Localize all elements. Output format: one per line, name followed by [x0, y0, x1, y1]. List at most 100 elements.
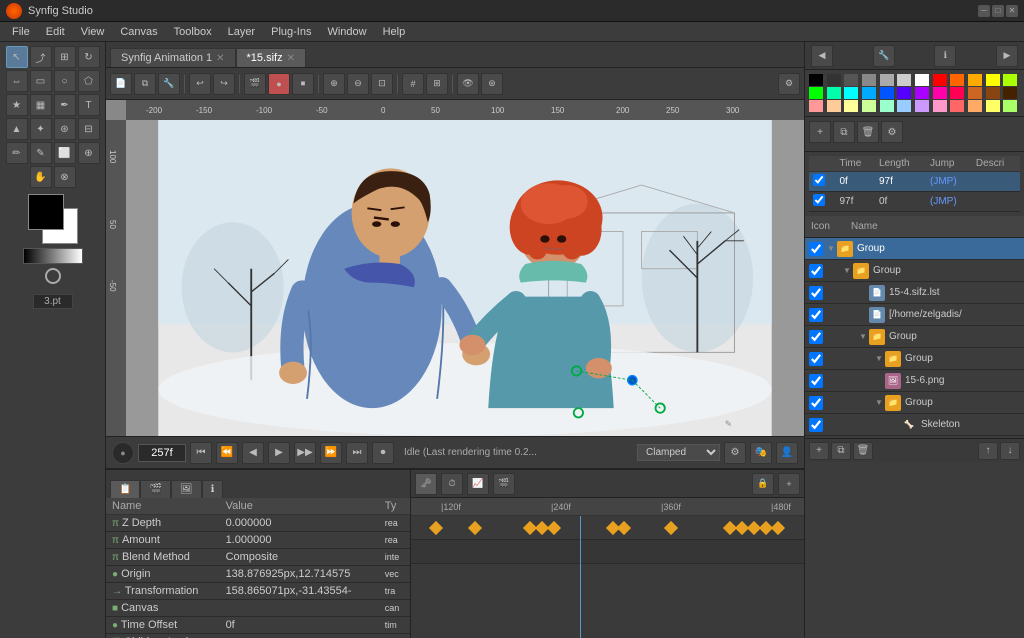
layer-arrow-file-1[interactable]: [857, 287, 869, 299]
timeline-lock-btn[interactable]: 🔒: [752, 473, 774, 495]
play-btn[interactable]: ▶: [268, 442, 290, 464]
prop-value-cell[interactable]: 138.876925px,12.714575: [220, 566, 379, 583]
keyframe-row-1[interactable]: 97f 0f (JMP): [809, 192, 1020, 212]
duplicate-waypoint-btn[interactable]: ⧉: [833, 121, 855, 143]
keyframe-1-5[interactable]: [546, 520, 560, 534]
layer-arrow-skel-1[interactable]: [889, 419, 901, 431]
property-row[interactable]: ☐ Children Lock boo: [106, 634, 410, 638]
prev-frame-btn[interactable]: ◀: [242, 442, 264, 464]
transform-tool-btn[interactable]: ⊗: [54, 166, 76, 188]
keyframe-1-7[interactable]: [617, 520, 631, 534]
duplicate-layer-btn[interactable]: ⧉: [831, 442, 851, 460]
palette-color-15[interactable]: [862, 87, 876, 99]
keyframe-1-1[interactable]: [429, 520, 443, 534]
record-toggle-btn[interactable]: ⏺: [372, 442, 394, 464]
palette-color-12[interactable]: [809, 87, 823, 99]
next-frame-btn[interactable]: ▶▶: [294, 442, 316, 464]
zoom-tool-btn[interactable]: ⊕: [78, 142, 100, 164]
palette-color-8[interactable]: [950, 74, 964, 86]
prop-value-cell[interactable]: [220, 600, 379, 617]
record-btn[interactable]: ●: [268, 73, 290, 95]
palette-color-21[interactable]: [968, 87, 982, 99]
palette-color-9[interactable]: [968, 74, 982, 86]
menu-item-canvas[interactable]: Canvas: [112, 24, 165, 40]
pen-tool-btn[interactable]: ✏: [6, 142, 28, 164]
canvas-tab-15sifz[interactable]: *15.sifz ✕: [236, 48, 306, 67]
render-tab[interactable]: 🖼: [171, 480, 202, 498]
menu-item-file[interactable]: File: [4, 24, 38, 40]
palette-color-16[interactable]: [880, 87, 894, 99]
keyframe-1-13[interactable]: [770, 520, 784, 534]
canvas-tab-close-1[interactable]: ✕: [216, 53, 224, 64]
rectangle-tool-btn[interactable]: ▭: [30, 70, 52, 92]
curves-tab-icon[interactable]: 📈: [467, 473, 489, 495]
kf-jump-cell[interactable]: (JMP): [926, 192, 972, 212]
property-row[interactable]: ● Time Offset 0f tim: [106, 617, 410, 634]
palette-color-28[interactable]: [880, 100, 894, 112]
palette-color-32[interactable]: [950, 100, 964, 112]
layer-check-file-1[interactable]: [809, 286, 823, 300]
kf-check-cell[interactable]: [809, 172, 835, 192]
timetrack-tab-icon[interactable]: ⏱: [441, 473, 463, 495]
palette-color-25[interactable]: [827, 100, 841, 112]
palette-color-17[interactable]: [897, 87, 911, 99]
palette-color-19[interactable]: [933, 87, 947, 99]
palette-color-23[interactable]: [1003, 87, 1017, 99]
palette-color-5[interactable]: [897, 74, 911, 86]
interpolation-select[interactable]: Clamped TCB Ease In/Out Linear: [637, 444, 720, 461]
palette-color-18[interactable]: [915, 87, 929, 99]
meta-tab[interactable]: ℹ: [202, 480, 224, 498]
pointer-tool-btn[interactable]: ↖: [6, 46, 28, 68]
palette-color-2[interactable]: [844, 74, 858, 86]
layer-row-group-1[interactable]: ▼ 📁 Group: [805, 238, 1024, 260]
move-down-btn[interactable]: ↓: [1000, 442, 1020, 460]
prop-value-cell[interactable]: 158.865071px,-31.43554-: [220, 583, 379, 600]
layer-row-group-3[interactable]: ▼ 📁 Group: [805, 326, 1024, 348]
zoom-out-btn[interactable]: ⊖: [347, 73, 369, 95]
menu-item-window[interactable]: Window: [319, 24, 374, 40]
prop-value-cell[interactable]: 0f: [220, 617, 379, 634]
prop-value-cell[interactable]: Composite: [220, 549, 379, 566]
palette-color-13[interactable]: [827, 87, 841, 99]
scroll-tool-btn[interactable]: ✋: [30, 166, 52, 188]
show-hide-btn[interactable]: 👁: [457, 73, 479, 95]
layer-row-file-1[interactable]: 📄 15-4.sifz.lst: [805, 282, 1024, 304]
palette-color-0[interactable]: [809, 74, 823, 86]
nav-next-btn[interactable]: ▶: [996, 45, 1018, 67]
prop-value-cell[interactable]: [220, 634, 379, 638]
character-btn[interactable]: 👤: [776, 442, 798, 464]
close-button[interactable]: ✕: [1006, 5, 1018, 17]
layer-check-img-1[interactable]: [809, 374, 823, 388]
palette-color-22[interactable]: [986, 87, 1000, 99]
palette-color-30[interactable]: [915, 100, 929, 112]
property-row[interactable]: ■ Canvas can: [106, 600, 410, 617]
canvas-tab-close-2[interactable]: ✕: [287, 53, 295, 64]
nav-tool-options-btn[interactable]: 🔧: [873, 45, 895, 67]
text-tool-btn[interactable]: T: [78, 94, 100, 116]
canvas-tab-props[interactable]: 🎬: [140, 480, 170, 498]
property-row[interactable]: ● Origin 138.876925px,12.714575 vec: [106, 566, 410, 583]
kf-check-cell[interactable]: [809, 192, 835, 212]
go-end-btn[interactable]: ⏭: [346, 442, 368, 464]
layer-row-group-5[interactable]: ▼ 📁 Group: [805, 392, 1024, 414]
layer-arrow-path-1[interactable]: [857, 309, 869, 321]
property-row[interactable]: π Z Depth 0.000000 rea: [106, 515, 410, 532]
layer-arrow-group-5[interactable]: ▼: [873, 397, 885, 409]
scale-tool-btn[interactable]: ⊞: [54, 46, 76, 68]
delete-waypoint-btn[interactable]: 🗑: [857, 121, 879, 143]
palette-color-10[interactable]: [986, 74, 1000, 86]
sketch-tool-btn[interactable]: ✎: [30, 142, 52, 164]
layer-check-path-1[interactable]: [809, 308, 823, 322]
palette-color-34[interactable]: [986, 100, 1000, 112]
circle-tool-btn[interactable]: ○: [54, 70, 76, 92]
canvas-drawing-area[interactable]: ✎: [126, 120, 804, 436]
palette-color-6[interactable]: [915, 74, 929, 86]
property-row[interactable]: π Blend Method Composite inte: [106, 549, 410, 566]
kf-desc-cell[interactable]: [972, 172, 1020, 192]
palette-color-35[interactable]: [1003, 100, 1017, 112]
rotate-tool-btn[interactable]: ↻: [78, 46, 100, 68]
property-row[interactable]: π Amount 1.000000 rea: [106, 532, 410, 549]
palette-color-33[interactable]: [968, 100, 982, 112]
palette-color-4[interactable]: [880, 74, 894, 86]
foreground-color-swatch[interactable]: [28, 194, 64, 230]
